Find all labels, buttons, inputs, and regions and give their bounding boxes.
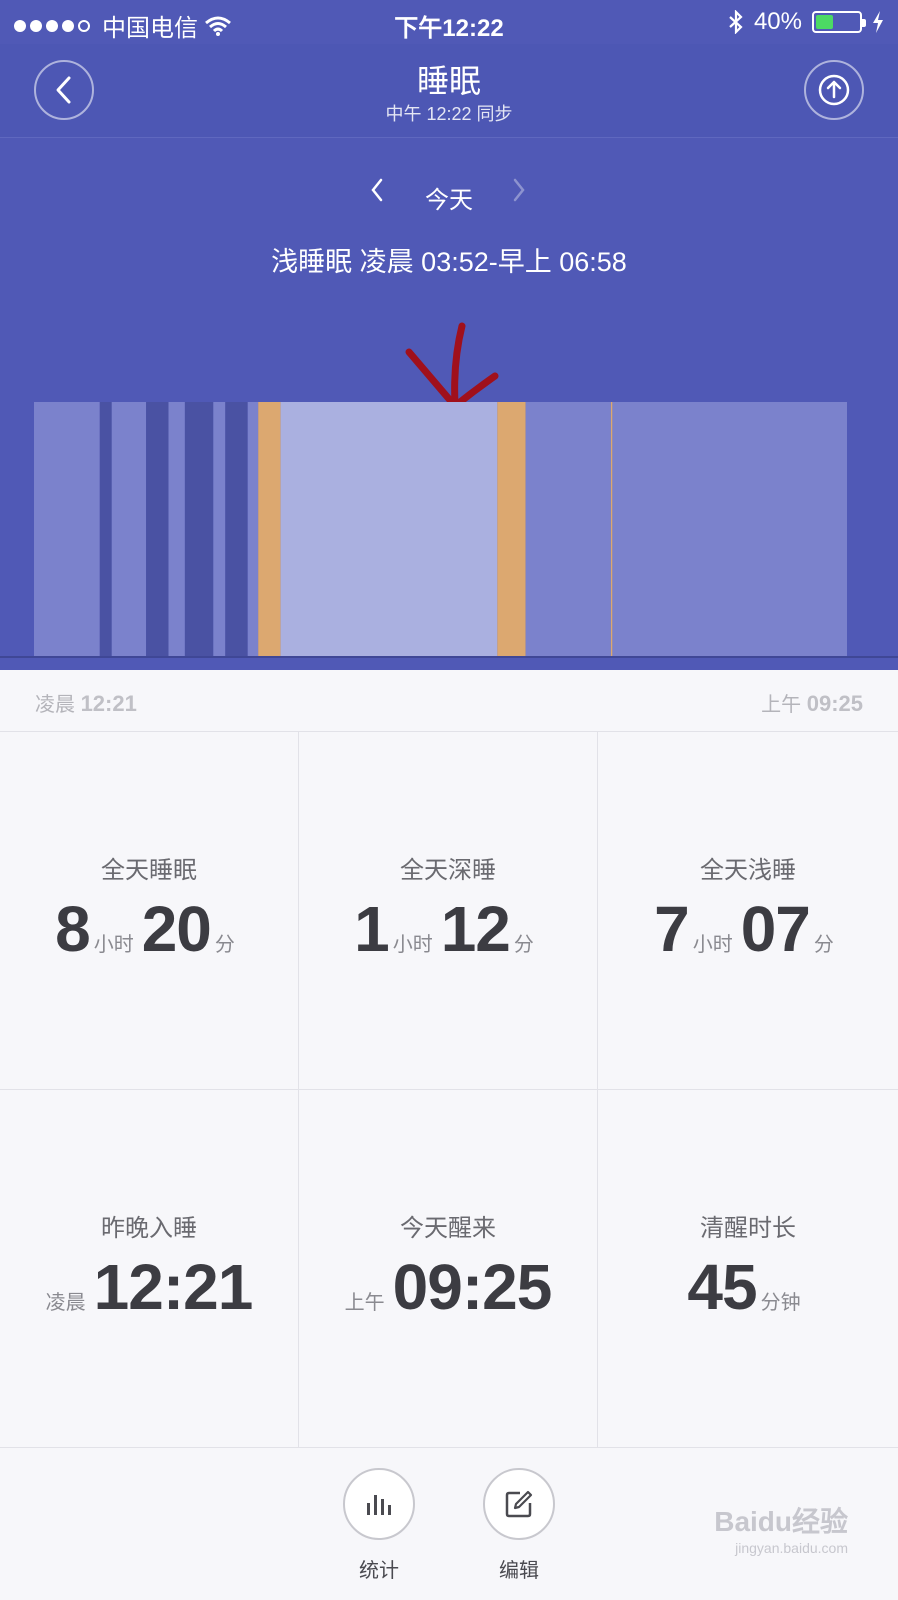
sleep-segment-deep[interactable] — [225, 402, 248, 657]
edit-icon — [505, 1490, 533, 1518]
share-button[interactable] — [804, 60, 864, 120]
hours-unit: 小时 — [692, 934, 733, 956]
total-sleep-hours: 8 — [55, 893, 91, 965]
selected-stage-info: 浅睡眠 凌晨 03:52-早上 06:58 — [271, 247, 627, 277]
sleep-segment-selected[interactable] — [280, 402, 498, 657]
sleep-segment-light[interactable] — [525, 402, 611, 657]
wake-value: 上午 09:25 — [299, 1250, 597, 1324]
wake-cell: 今天醒来 上午 09:25 — [299, 1090, 598, 1448]
sleep-segment-light[interactable] — [34, 402, 100, 657]
sync-time: 中午 12:22 同步 — [385, 104, 513, 124]
date-selector: 今天 — [0, 175, 898, 215]
bluetooth-icon — [729, 10, 743, 34]
total-sleep-minutes: 20 — [141, 893, 212, 965]
light-sleep-hours: 7 — [654, 893, 690, 965]
edit-button[interactable]: 编辑 — [483, 1468, 555, 1583]
watermark-brand: Baidu经验 — [714, 1506, 848, 1537]
minutes-unit: 分 — [214, 934, 235, 956]
bedtime-label: 昨晚入睡 — [101, 1215, 197, 1242]
sleep-segment-awake[interactable] — [497, 402, 526, 657]
minutes-unit: 分 — [813, 934, 834, 956]
battery-fill — [816, 15, 833, 29]
awake-duration-value: 45 分钟 — [598, 1250, 898, 1324]
watermark: Baidu经验 jingyan.baidu.com — [714, 1500, 848, 1556]
bar-chart-icon — [367, 1495, 391, 1515]
wake-prefix: 上午 — [344, 1292, 385, 1314]
hours-unit: 小时 — [93, 934, 134, 956]
total-sleep-cell: 全天睡眠 8 小时 20 分 — [0, 732, 299, 1090]
bedtime-time: 12:21 — [93, 1251, 254, 1323]
total-sleep-label: 全天睡眠 — [101, 857, 197, 884]
sleep-segment-light[interactable] — [111, 402, 147, 657]
deep-sleep-cell: 全天深睡 1 小时 12 分 — [299, 732, 598, 1090]
watermark-url: jingyan.baidu.com — [735, 1540, 848, 1556]
date-label: 今天 — [425, 187, 473, 214]
minutes-unit: 分 — [513, 934, 534, 956]
deep-sleep-label: 全天深睡 — [400, 857, 496, 884]
stats-grid: 全天睡眠 8 小时 20 分 全天深睡 1 小时 12 分 全天浅睡 7 小时 07 分 昨晚入睡… — [0, 732, 898, 1448]
wake-label: 今天醒来 — [400, 1215, 496, 1242]
sleep-segment-deep[interactable] — [184, 402, 214, 657]
awake-duration-label: 清醒时长 — [700, 1215, 796, 1242]
next-day-icon[interactable] — [512, 177, 526, 203]
total-sleep-value: 8 小时 20 分 — [0, 892, 298, 966]
battery-percent: 40% — [753, 8, 802, 35]
stats-button[interactable]: 统计 — [343, 1468, 415, 1583]
time-axis: 凌晨 12:21 上午 09:25 — [0, 670, 898, 732]
sleep-segment-light[interactable] — [168, 402, 185, 657]
sleep-segment-light[interactable] — [247, 402, 259, 657]
sleep-segment-deep[interactable] — [146, 402, 169, 657]
sleep-segment-deep[interactable] — [99, 402, 112, 657]
deep-sleep-value: 1 小时 12 分 — [299, 892, 597, 966]
charging-icon — [873, 11, 883, 33]
axis-end: 上午 09:25 — [761, 688, 863, 717]
sleep-segment-light[interactable] — [612, 402, 847, 657]
axis-end-time: 09:25 — [806, 691, 863, 716]
bedtime-cell: 昨晚入睡 凌晨 12:21 — [0, 1090, 299, 1448]
light-sleep-cell: 全天浅睡 7 小时 07 分 — [598, 732, 898, 1090]
sleep-stage-chart[interactable] — [0, 400, 898, 670]
edit-label: 编辑 — [499, 1560, 539, 1582]
wake-time: 09:25 — [392, 1251, 553, 1323]
hours-unit: 小时 — [392, 934, 433, 956]
nav-bar: 睡眠 中午 12:22 同步 — [0, 44, 898, 138]
axis-start-time: 12:21 — [80, 691, 137, 716]
bedtime-value: 凌晨 12:21 — [0, 1250, 298, 1324]
sleep-segment-awake[interactable] — [610, 402, 613, 657]
axis-end-prefix: 上午 — [761, 694, 802, 716]
light-sleep-value: 7 小时 07 分 — [598, 892, 898, 966]
page-title: 睡眠 — [416, 63, 481, 99]
battery-icon — [812, 11, 866, 33]
light-sleep-minutes: 07 — [740, 893, 811, 965]
status-bar: 中国电信 下午12:22 40% — [0, 0, 898, 44]
deep-sleep-minutes: 12 — [440, 893, 511, 965]
stats-label: 统计 — [359, 1560, 399, 1582]
stats-button-circle[interactable] — [343, 1468, 415, 1540]
light-sleep-label: 全天浅睡 — [700, 857, 796, 884]
awake-duration-cell: 清醒时长 45 分钟 — [598, 1090, 898, 1448]
bedtime-prefix: 凌晨 — [45, 1292, 86, 1314]
status-right: 40% — [728, 8, 884, 36]
awake-duration-number: 45 — [687, 1251, 757, 1323]
sleep-segment-light[interactable] — [213, 402, 226, 657]
axis-start-prefix: 凌晨 — [35, 694, 75, 716]
deep-sleep-hours: 1 — [354, 893, 390, 965]
sleep-segment-awake[interactable] — [258, 402, 281, 657]
axis-start: 凌晨 12:21 — [35, 688, 137, 717]
awake-duration-unit: 分钟 — [760, 1292, 801, 1314]
edit-button-circle[interactable] — [483, 1468, 555, 1540]
upload-icon — [818, 74, 850, 106]
